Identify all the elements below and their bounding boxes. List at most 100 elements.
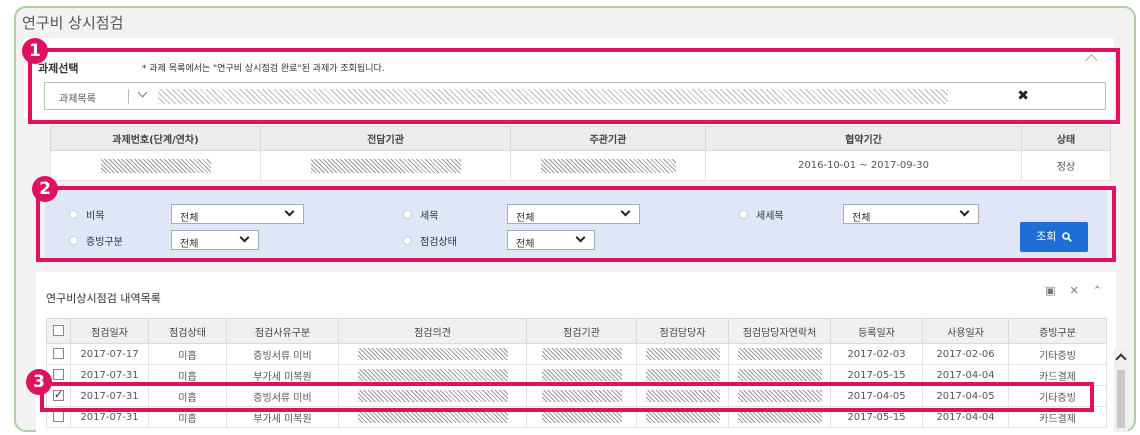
marker-2: 2 bbox=[32, 176, 58, 202]
field-label: 비목 bbox=[86, 211, 105, 222]
cell-contact bbox=[728, 406, 831, 428]
chevron-down-icon bbox=[959, 206, 970, 217]
collapse-icon[interactable] bbox=[1085, 54, 1098, 67]
cell-reason: 증빙서류 미비 bbox=[226, 385, 339, 407]
project-number-cell bbox=[50, 150, 261, 181]
redacted-text bbox=[541, 369, 622, 381]
radio-icon[interactable] bbox=[403, 210, 412, 219]
marker-1: 1 bbox=[22, 38, 48, 64]
cell-use-date: 2017-02-06 bbox=[922, 343, 1009, 365]
export-icon[interactable]: ▣ bbox=[1045, 284, 1055, 297]
bimok-select[interactable]: 전체 bbox=[171, 204, 304, 224]
cell-proof: 카드결제 bbox=[1008, 364, 1107, 386]
table-row[interactable]: 2017-07-17 미흡 증빙서류 미비 2017-02-03 2017-02… bbox=[46, 343, 1107, 365]
table-row[interactable]: 2017-07-31 미흡 부가세 미복원 2017-05-15 2017-04… bbox=[46, 364, 1107, 386]
cell-contact bbox=[728, 343, 831, 365]
project-select-section: 과제선택 * 과제 목록에서는 "연구비 상시점검 완료"된 과제가 조회됩니다… bbox=[24, 38, 1114, 118]
column-header[interactable]: 점검담당자 bbox=[636, 318, 729, 344]
field-label: 세세목 bbox=[756, 211, 784, 222]
row-checkbox[interactable] bbox=[53, 411, 64, 423]
chevron-down-icon bbox=[284, 206, 295, 217]
column-header[interactable]: 사용일자 bbox=[922, 318, 1009, 344]
select-value: 전체 bbox=[180, 239, 199, 250]
cell-state: 미흡 bbox=[148, 364, 227, 386]
cell-use-date: 2017-04-04 bbox=[922, 406, 1009, 428]
table-row[interactable]: 2017-07-31 미흡 부가세 미복원 2017-05-15 2017-04… bbox=[46, 406, 1107, 428]
redacted-text bbox=[541, 390, 622, 402]
cell-reg-date: 2017-02-03 bbox=[830, 343, 923, 365]
radio-icon[interactable] bbox=[69, 210, 78, 219]
radio-icon[interactable] bbox=[739, 210, 748, 219]
list-title: 연구비상시점검 내역목록 bbox=[46, 292, 161, 305]
chevron-down-icon[interactable] bbox=[137, 87, 148, 98]
chevron-down-icon bbox=[575, 232, 586, 243]
sesemok-select[interactable]: 전체 bbox=[843, 204, 979, 224]
scroll-up-icon[interactable] bbox=[1115, 353, 1127, 365]
proof-select[interactable]: 전체 bbox=[171, 230, 259, 250]
redacted-text bbox=[645, 390, 720, 402]
check-list-table: 점검일자 점검상태 점검사유구분 점검의견 점검기관 점검담당자 점검담당자연락… bbox=[46, 318, 1107, 428]
cell-date: 2017-07-31 bbox=[70, 406, 149, 428]
table-row[interactable]: 2017-07-31 미흡 증빙서류 미비 2017-04-05 2017-04… bbox=[46, 385, 1107, 407]
project-dropdown[interactable]: 과제목록 ✖ bbox=[44, 82, 1106, 110]
column-header[interactable]: 점검사유구분 bbox=[226, 318, 339, 344]
cell-opinion bbox=[338, 364, 527, 386]
cell-reason: 부가세 미복원 bbox=[226, 406, 339, 428]
row-checkbox-checked[interactable] bbox=[53, 388, 64, 402]
cell-opinion bbox=[338, 385, 527, 407]
column-header[interactable]: 증빙구분 bbox=[1008, 318, 1107, 344]
collapse-icon[interactable]: ⌃ bbox=[1093, 284, 1102, 297]
marker-3: 3 bbox=[26, 369, 52, 395]
cell-reg-date: 2017-05-15 bbox=[830, 364, 923, 386]
column-header[interactable]: 등록일자 bbox=[830, 318, 923, 344]
cell-manager bbox=[636, 343, 729, 365]
table-header-row: 점검일자 점검상태 점검사유구분 점검의견 점검기관 점검담당자 점검담당자연락… bbox=[46, 318, 1107, 344]
info-header: 상태 bbox=[1021, 126, 1111, 151]
search-button[interactable]: 조회 bbox=[1020, 222, 1088, 252]
cell-date: 2017-07-31 bbox=[70, 364, 149, 386]
scrollbar[interactable] bbox=[1114, 348, 1128, 432]
column-header[interactable]: 점검의견 bbox=[338, 318, 527, 344]
redacted-text bbox=[645, 411, 720, 423]
column-header[interactable]: 점검담당자연락처 bbox=[728, 318, 831, 344]
cell-state: 미흡 bbox=[148, 406, 227, 428]
cell-manager bbox=[636, 385, 729, 407]
select-value: 전체 bbox=[852, 213, 871, 224]
redacted-text bbox=[540, 158, 676, 173]
list-tools: ▣ ✕ ⌃ bbox=[1045, 284, 1102, 297]
cell-contact bbox=[728, 364, 831, 386]
column-header[interactable]: 점검상태 bbox=[148, 318, 227, 344]
select-all-checkbox[interactable] bbox=[53, 325, 64, 337]
cell-state: 미흡 bbox=[148, 385, 227, 407]
field-label: 증빙구분 bbox=[86, 237, 123, 248]
project-select-note: * 과제 목록에서는 "연구비 상시점검 완료"된 과제가 조회됩니다. bbox=[142, 64, 385, 74]
cell-reg-date: 2017-04-05 bbox=[830, 385, 923, 407]
info-header: 전담기관 bbox=[260, 126, 511, 151]
semok-select[interactable]: 전체 bbox=[507, 204, 640, 224]
check-list-section: 연구비상시점검 내역목록 ▣ ✕ ⌃ 점검일자 점검상태 점검사유구분 점검의견… bbox=[36, 272, 1116, 432]
project-dropdown-label: 과제목록 bbox=[59, 94, 96, 105]
expand-icon[interactable]: ✕ bbox=[1070, 284, 1079, 297]
cell-manager bbox=[636, 364, 729, 386]
redacted-text bbox=[737, 348, 822, 360]
select-value: 전체 bbox=[180, 213, 199, 224]
check-state-select[interactable]: 전체 bbox=[507, 230, 595, 250]
cell-state: 미흡 bbox=[148, 343, 227, 365]
cell-use-date: 2017-04-04 bbox=[922, 364, 1009, 386]
clear-icon[interactable]: ✖ bbox=[1017, 88, 1029, 104]
select-all-cell bbox=[46, 318, 71, 344]
row-checkbox[interactable] bbox=[53, 369, 64, 381]
cell-reason: 부가세 미복원 bbox=[226, 364, 339, 386]
search-icon bbox=[1062, 232, 1072, 242]
cell-use-date: 2017-04-05 bbox=[922, 385, 1009, 407]
scroll-thumb[interactable] bbox=[1117, 370, 1125, 428]
redacted-text bbox=[737, 411, 822, 423]
radio-icon[interactable] bbox=[403, 236, 412, 245]
cell-agency bbox=[526, 385, 637, 407]
column-header[interactable]: 점검일자 bbox=[70, 318, 149, 344]
cell-agency bbox=[526, 343, 637, 365]
radio-icon[interactable] bbox=[69, 236, 78, 245]
row-checkbox[interactable] bbox=[53, 348, 64, 360]
search-button-label: 조회 bbox=[1036, 230, 1057, 243]
column-header[interactable]: 점검기관 bbox=[526, 318, 637, 344]
